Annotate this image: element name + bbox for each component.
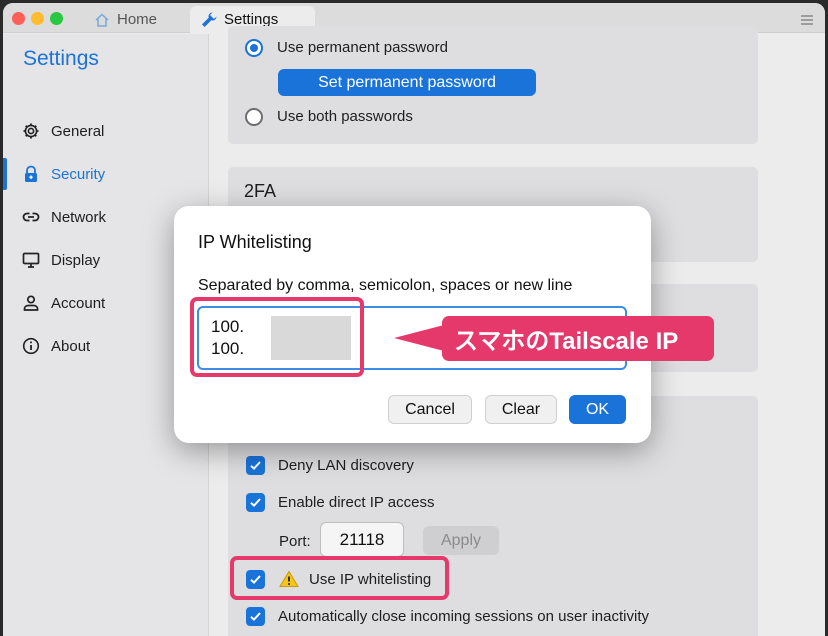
apply-button[interactable]: Apply (423, 526, 499, 555)
dialog-description: Separated by comma, semicolon, spaces or… (198, 277, 573, 294)
link-icon (22, 208, 40, 226)
dialog-title: IP Whitelisting (198, 232, 312, 252)
twofa-title: 2FA (244, 181, 277, 201)
info-icon (22, 337, 40, 355)
sidebar-item-label: General (51, 122, 105, 140)
wrench-icon (200, 11, 218, 29)
clear-button[interactable]: Clear (485, 395, 557, 424)
callout-arrow (394, 325, 444, 351)
auto-close-sessions-checkbox[interactable] (246, 607, 265, 626)
use-both-passwords-label: Use both passwords (277, 108, 413, 125)
minimize-window-button[interactable] (31, 12, 44, 25)
sidebar-item-label: Security (51, 165, 106, 183)
tab-home-label: Home (117, 11, 158, 28)
ip-highlight-box (190, 297, 364, 377)
tailscale-ip-callout: スマホのTailscale IP (442, 316, 714, 361)
use-both-passwords-radio[interactable] (245, 108, 263, 126)
sidebar-item-label: Display (51, 251, 101, 269)
zoom-window-button[interactable] (50, 12, 63, 25)
cancel-button[interactable]: Cancel (388, 395, 472, 424)
sidebar-title: Settings (23, 47, 99, 70)
password-card: Use permanent password Set permanent pas… (228, 26, 758, 144)
enable-direct-ip-checkbox[interactable] (246, 493, 265, 512)
sidebar-item-security[interactable]: Security (3, 156, 209, 192)
use-permanent-password-radio[interactable] (245, 39, 263, 57)
sidebar-item-general[interactable]: General (3, 113, 209, 149)
enable-direct-ip-label: Enable direct IP access (278, 494, 435, 511)
close-window-button[interactable] (12, 12, 25, 25)
deny-lan-discovery-label: Deny LAN discovery (278, 457, 414, 474)
lock-icon (22, 165, 40, 183)
port-label: Port: (279, 533, 311, 550)
gear-icon (22, 122, 40, 140)
whitelisting-highlight-box (230, 556, 449, 600)
auto-close-sessions-label: Automatically close incoming sessions on… (278, 608, 649, 625)
home-icon (93, 11, 111, 29)
sidebar-item-label: About (51, 337, 91, 355)
ok-button[interactable]: OK (569, 395, 626, 424)
tab-home[interactable]: Home (93, 6, 193, 33)
sidebar-item-label: Account (51, 294, 106, 312)
port-input[interactable]: 21118 (320, 522, 404, 557)
person-icon (22, 294, 40, 312)
hamburger-menu-icon[interactable] (801, 12, 813, 25)
monitor-icon (22, 251, 40, 269)
deny-lan-discovery-checkbox[interactable] (246, 456, 265, 475)
set-permanent-password-button[interactable]: Set permanent password (278, 69, 536, 96)
sidebar-item-label: Network (51, 208, 107, 226)
use-permanent-password-label: Use permanent password (277, 39, 448, 56)
